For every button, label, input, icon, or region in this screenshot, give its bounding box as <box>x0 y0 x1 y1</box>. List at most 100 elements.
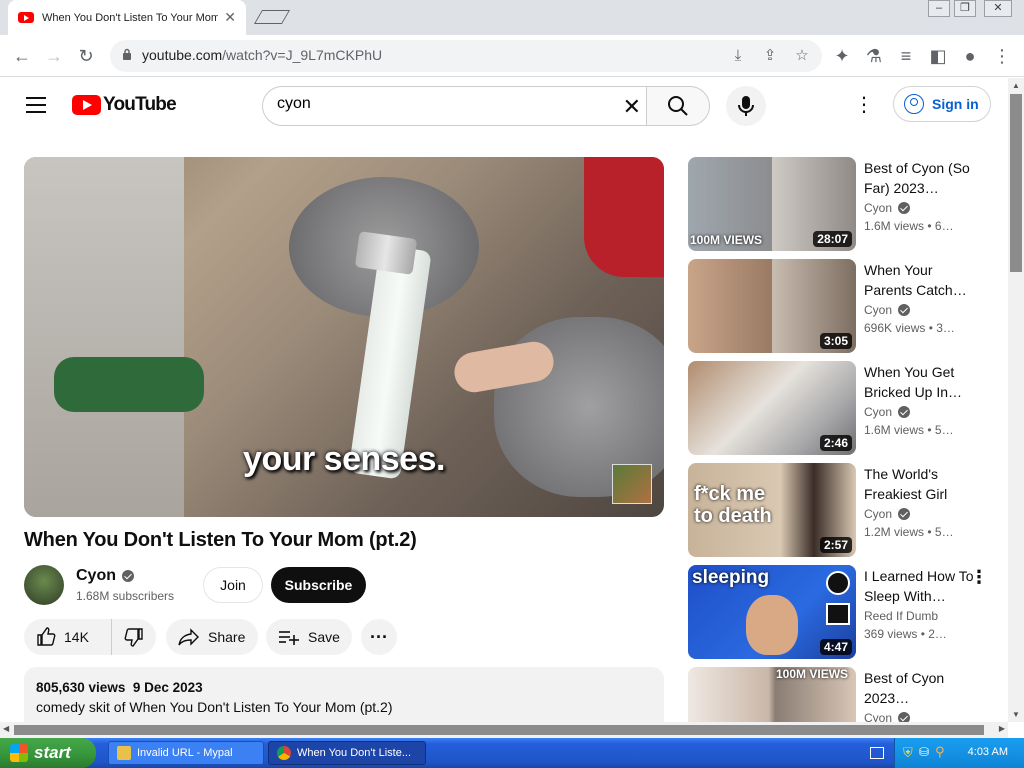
recommendation-views: 369 views <box>864 627 918 641</box>
horizontal-scrollbar-thumb[interactable] <box>14 725 984 735</box>
channel-name[interactable]: Cyon <box>76 567 116 585</box>
install-icon[interactable]: ⤓ <box>726 44 750 68</box>
new-tab-button[interactable] <box>253 10 291 24</box>
clear-search-icon[interactable]: ✕ <box>623 94 641 120</box>
share-button[interactable]: Share <box>166 619 258 655</box>
settings-kebab-icon[interactable]: ⋮ <box>852 94 876 118</box>
taskbar-item-mypal[interactable]: Invalid URL - Mypal <box>108 741 264 765</box>
network-icon[interactable]: ⛁ <box>919 745 929 759</box>
join-button[interactable]: Join <box>203 567 263 603</box>
recommendation-thumbnail[interactable]: 2:46 <box>688 361 856 455</box>
recommendation-title[interactable]: I Learned How To Sleep With… <box>864 566 974 606</box>
side-panel-icon[interactable]: ◧ <box>925 43 951 69</box>
recommendation-title[interactable]: Best of Cyon 2023… <box>864 668 974 708</box>
video-player[interactable]: your senses. <box>24 157 664 517</box>
duration-badge: 28:07 <box>813 231 852 247</box>
reload-icon[interactable]: ↻ <box>73 43 99 69</box>
minimize-button[interactable]: – <box>928 0 950 17</box>
bookmark-star-icon[interactable]: ☆ <box>790 44 814 68</box>
search-input[interactable] <box>277 95 607 113</box>
youtube-logo[interactable]: YouTube <box>72 94 177 116</box>
tab-close-icon[interactable]: ✕ <box>224 9 236 26</box>
channel-name-row[interactable]: Cyon <box>76 567 134 585</box>
verified-check-icon <box>898 508 911 520</box>
recommendation-title[interactable]: When You Get Bricked Up In… <box>864 362 974 402</box>
taskbar-item-chrome[interactable]: When You Don't Liste... <box>268 741 426 765</box>
upload-date: 9 Dec 2023 <box>132 680 203 695</box>
channel-avatar[interactable] <box>24 565 64 605</box>
forward-icon[interactable]: → <box>41 43 67 69</box>
share-page-icon[interactable]: ⇪ <box>758 44 782 68</box>
restore-button[interactable]: ❐ <box>954 0 976 17</box>
recommendation-title[interactable]: The World's Freakiest Girl <box>864 464 974 504</box>
horizontal-scrollbar[interactable]: ◀ ▶ <box>0 722 1008 738</box>
browser-menu-icon[interactable]: ⋮ <box>989 43 1015 69</box>
thumbnail-overlay-text: f*ck me to death <box>694 483 772 527</box>
close-window-button[interactable]: ✕ <box>984 0 1012 17</box>
recommendation-channel[interactable]: Cyon <box>864 507 892 521</box>
vertical-scrollbar-thumb[interactable] <box>1010 94 1022 272</box>
recommendation-thumbnail[interactable]: f*ck me to death 2:57 <box>688 463 856 557</box>
recommendation-age: • 3… <box>928 321 955 335</box>
recommendation-item[interactable]: 100M VIEWS 28:07 Best of Cyon (So Far) 2… <box>688 157 998 251</box>
recommendation-menu-icon[interactable]: ⋮ <box>970 567 988 588</box>
recommendation-thumbnail[interactable]: 3:05 <box>688 259 856 353</box>
duration-badge: 4:47 <box>819 639 852 655</box>
subscribe-button[interactable]: Subscribe <box>271 567 366 603</box>
profile-icon[interactable]: ● <box>957 43 983 69</box>
logo-wordmark: YouTube <box>103 94 177 115</box>
recommendation-channel-row: Cyon <box>864 405 911 419</box>
address-bar[interactable]: youtube.com/watch?v=J_9L7mCKPhU ⤓ ⇪ ☆ <box>110 40 822 72</box>
add-to-queue-icon[interactable] <box>826 603 850 625</box>
security-shield-icon[interactable]: ⛨ <box>903 745 913 761</box>
recommendation-item[interactable]: f*ck me to death 2:57 The World's Freaki… <box>688 463 998 557</box>
search-tray-icon[interactable]: ⚲ <box>935 744 945 760</box>
recommendation-channel[interactable]: Cyon <box>864 201 892 215</box>
scroll-right-icon[interactable]: ▶ <box>999 724 1005 733</box>
recommendation-meta: 369 views • 2… <box>864 627 947 641</box>
recommendation-item[interactable]: sleeping 4:47 I Learned How To Sleep Wit… <box>688 565 998 659</box>
description-text: comedy skit of When You Don't Listen To … <box>36 699 393 715</box>
windows-flag-icon <box>10 744 28 762</box>
save-button[interactable]: Save <box>266 619 352 655</box>
sign-in-button[interactable]: Sign in <box>893 86 991 122</box>
more-actions-icon[interactable]: ··· <box>361 619 397 655</box>
recommendation-thumbnail[interactable]: 100M VIEWS 28:07 <box>688 157 856 251</box>
share-arrow-icon <box>178 628 199 646</box>
back-icon[interactable]: ← <box>9 43 35 69</box>
search-icon <box>668 96 688 116</box>
subscriber-count: 1.68M subscribers <box>76 589 175 603</box>
start-button[interactable]: start <box>0 738 96 768</box>
search-button[interactable] <box>646 86 710 126</box>
recommendation-views: 1.6M views <box>864 423 925 437</box>
recommendation-age: • 5… <box>927 525 954 539</box>
scroll-down-icon[interactable]: ▼ <box>1012 710 1020 719</box>
scroll-left-icon[interactable]: ◀ <box>3 724 9 733</box>
vertical-scrollbar[interactable]: ▲ ▼ <box>1008 78 1024 722</box>
thumbnail-overlay-text: 100M VIEWS <box>690 233 763 247</box>
media-queue-icon[interactable]: ≡ <box>893 43 919 69</box>
recommendation-channel[interactable]: Cyon <box>864 405 892 419</box>
channel-watermark[interactable] <box>612 464 652 504</box>
browser-tab[interactable]: When You Don't Listen To Your Mom ✕ <box>8 0 246 35</box>
recommendation-thumbnail[interactable]: sleeping 4:47 <box>688 565 856 659</box>
recommendation-item[interactable]: 3:05 When Your Parents Catch… Cyon 696K … <box>688 259 998 353</box>
menu-hamburger-icon[interactable] <box>26 97 46 113</box>
recommendation-title[interactable]: When Your Parents Catch… <box>864 260 974 300</box>
scroll-up-icon[interactable]: ▲ <box>1012 81 1020 90</box>
dislike-button[interactable] <box>112 619 156 655</box>
recommendation-channel[interactable]: Reed If Dumb <box>864 609 938 623</box>
recommendation-views: 1.6M views <box>864 219 925 233</box>
labs-flask-icon[interactable]: ⚗ <box>861 43 887 69</box>
recommendation-channel[interactable]: Cyon <box>864 303 892 317</box>
duration-badge: 3:05 <box>819 333 852 349</box>
recommendation-title[interactable]: Best of Cyon (So Far) 2023… <box>864 158 974 198</box>
voice-search-button[interactable] <box>726 86 766 126</box>
like-button[interactable]: 14K <box>24 619 112 655</box>
watch-later-icon[interactable] <box>826 571 850 595</box>
system-clock: 4:03 AM <box>967 746 1008 758</box>
recommendation-item[interactable]: 2:46 When You Get Bricked Up In… Cyon 1.… <box>688 361 998 455</box>
extensions-icon[interactable]: ✦ <box>829 43 855 69</box>
verified-check-icon <box>122 570 134 582</box>
keyboard-tray-icon[interactable] <box>870 747 884 759</box>
